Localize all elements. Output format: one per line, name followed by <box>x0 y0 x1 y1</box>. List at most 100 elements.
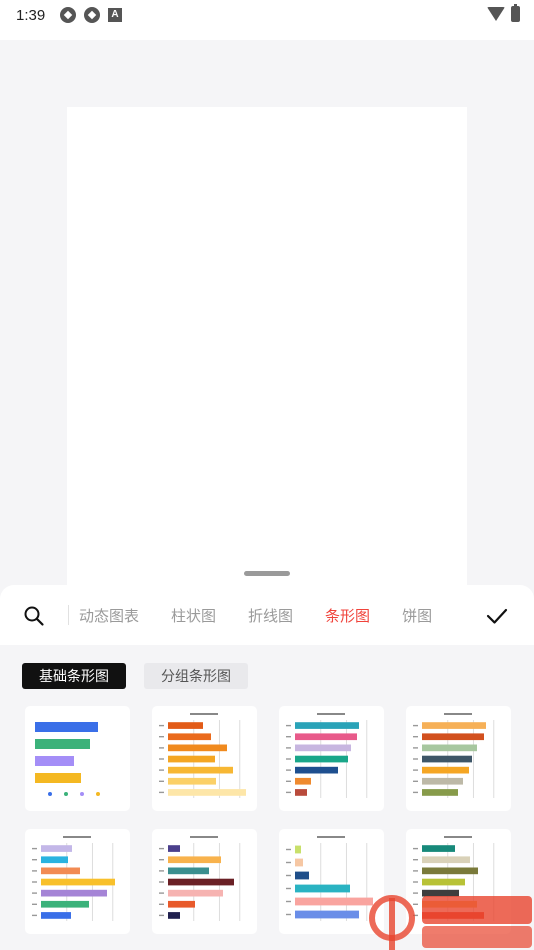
template-tick <box>286 861 291 864</box>
template-bar <box>422 856 470 864</box>
template-bar <box>422 867 478 875</box>
template-bar <box>41 900 89 908</box>
template-tick <box>159 914 164 917</box>
template-bar <box>422 777 463 785</box>
template-preview <box>35 722 100 796</box>
template-bar <box>295 722 359 729</box>
template-tick <box>413 724 418 727</box>
subtab-1[interactable]: 基础条形图 <box>22 663 126 689</box>
template-bar <box>168 777 216 785</box>
template-tick <box>159 903 164 905</box>
template-tick <box>159 769 164 771</box>
template-legend-dot <box>48 792 52 796</box>
template-bar <box>41 889 107 897</box>
template-tick <box>32 903 37 905</box>
tab-4[interactable]: 条形图 <box>325 605 370 626</box>
template-title-mark <box>444 836 472 838</box>
template-tick <box>413 736 418 738</box>
template-bar <box>422 733 484 741</box>
template-tick <box>413 758 418 760</box>
template-tick <box>413 747 418 749</box>
template-bar <box>168 878 234 886</box>
status-time: 1:39 <box>16 7 46 24</box>
template-bar <box>168 889 223 897</box>
subtab-2[interactable]: 分组条形图 <box>144 663 248 689</box>
template-tick <box>159 791 164 794</box>
template-bar <box>295 755 348 763</box>
template-tick <box>32 914 37 917</box>
template-bar <box>35 739 90 749</box>
confirm-button[interactable] <box>485 604 509 628</box>
template-tick <box>286 848 291 851</box>
template-tick <box>159 747 164 749</box>
template-tick <box>286 747 291 749</box>
template-tick <box>159 724 164 727</box>
chart-canvas-page[interactable] <box>67 107 467 585</box>
template-bar <box>35 756 74 766</box>
template-tick <box>286 887 291 890</box>
template-tick <box>413 780 418 782</box>
template-tick <box>286 736 291 738</box>
template-tick <box>286 874 291 877</box>
template-bar <box>41 867 80 875</box>
sheet-drag-handle[interactable] <box>244 571 290 576</box>
template-bar <box>168 856 221 864</box>
template-bar <box>168 755 215 763</box>
template-bar <box>168 867 209 875</box>
chart-template-2[interactable] <box>152 706 257 811</box>
tab-5[interactable]: 饼图 <box>402 605 432 626</box>
chart-template-6[interactable] <box>152 829 257 934</box>
template-bar <box>41 878 115 886</box>
chart-template-1[interactable] <box>25 706 130 811</box>
template-tick <box>32 870 37 872</box>
tab-3[interactable]: 折线图 <box>248 605 293 626</box>
template-bar <box>168 733 211 741</box>
template-tick <box>286 724 291 727</box>
template-bar <box>295 777 311 785</box>
template-tick <box>413 791 418 794</box>
template-tick <box>413 870 418 872</box>
template-tick <box>159 780 164 782</box>
template-tick <box>286 769 291 771</box>
template-tick <box>159 847 164 850</box>
template-tick <box>159 859 164 861</box>
template-preview <box>32 836 115 921</box>
template-bar <box>168 789 246 796</box>
template-bar <box>295 845 301 854</box>
template-bar <box>35 773 81 783</box>
search-button[interactable] <box>22 604 46 628</box>
tab-2[interactable]: 柱状图 <box>171 605 216 626</box>
tab-1[interactable]: 动态图表 <box>79 605 139 626</box>
template-tick <box>32 859 37 861</box>
template-title-mark <box>317 713 345 715</box>
tab-divider <box>68 605 69 625</box>
bar-subtype-tabs: 基础条形图 分组条形图 <box>22 663 248 689</box>
template-bar <box>295 858 303 867</box>
template-bar <box>422 755 472 763</box>
template-bar <box>422 789 458 796</box>
template-bar <box>168 845 180 852</box>
chart-template-5[interactable] <box>25 829 130 934</box>
template-legend-dot <box>80 792 84 796</box>
template-bar <box>41 912 71 919</box>
template-bar <box>295 766 338 774</box>
template-tick <box>32 892 37 894</box>
chart-template-4[interactable] <box>406 706 511 811</box>
template-bar <box>422 845 455 852</box>
template-tick <box>286 913 291 916</box>
chart-template-3[interactable] <box>279 706 384 811</box>
template-bar <box>168 912 180 919</box>
template-legend-dot <box>64 792 68 796</box>
template-tick <box>413 847 418 850</box>
template-tick <box>159 736 164 738</box>
template-bar <box>35 722 98 732</box>
template-bar <box>295 910 359 919</box>
template-tick <box>32 847 37 850</box>
template-tick <box>159 881 164 883</box>
chart-type-tabs: 动态图表 柱状图 折线图 条形图 饼图 <box>70 585 472 645</box>
template-tick <box>286 758 291 760</box>
template-bar <box>168 744 227 752</box>
template-tick <box>159 758 164 760</box>
template-tick <box>286 791 291 794</box>
template-title-mark <box>190 713 218 715</box>
